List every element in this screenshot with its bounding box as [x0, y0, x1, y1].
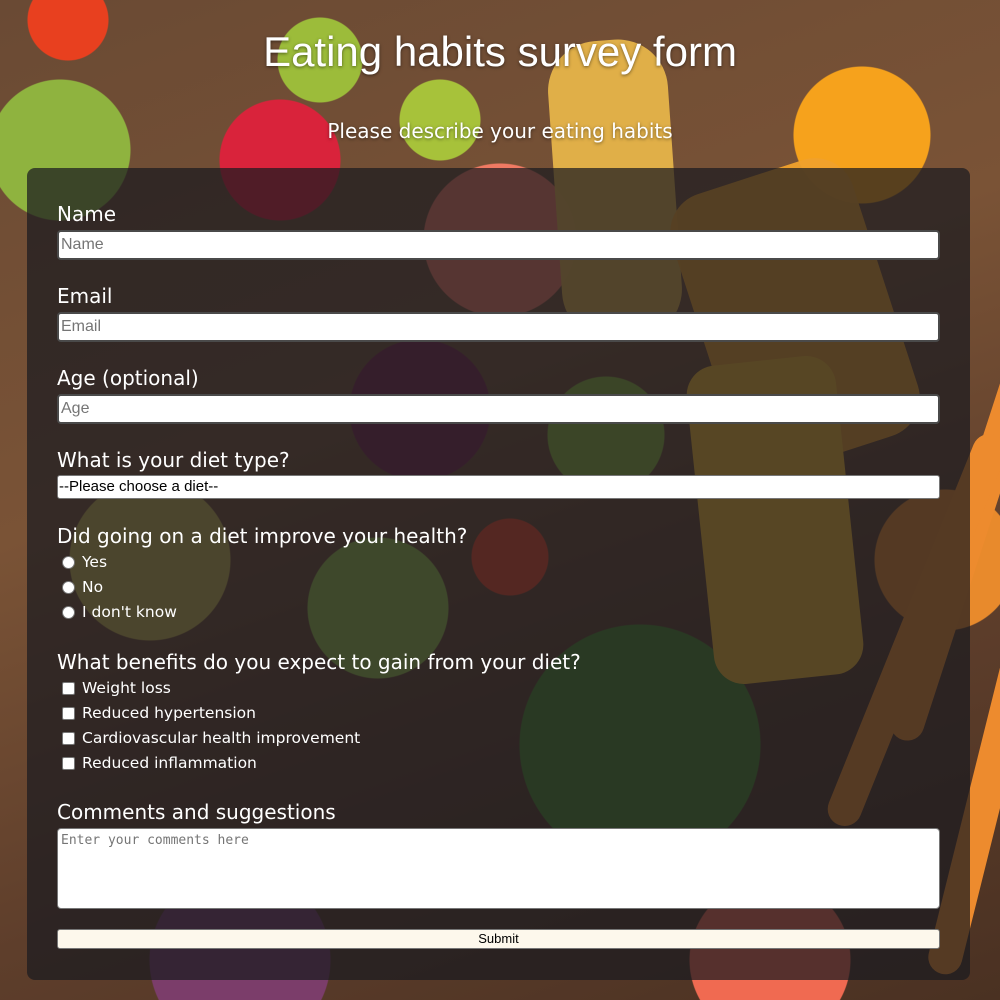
benefit-option-weight-loss[interactable]: Weight loss [62, 678, 171, 698]
option-label: Weight loss [82, 679, 171, 697]
health-option-no[interactable]: No [62, 577, 103, 597]
submit-button[interactable]: Submit [57, 929, 940, 949]
age-input[interactable] [57, 394, 940, 424]
option-label: Reduced hypertension [82, 704, 256, 722]
checkbox[interactable] [62, 731, 75, 745]
option-label: I don't know [82, 603, 177, 621]
checkbox[interactable] [62, 756, 75, 770]
name-input[interactable] [57, 230, 940, 260]
email-input[interactable] [57, 312, 940, 342]
email-label: Email [57, 284, 113, 308]
benefit-option-inflammation[interactable]: Reduced inflammation [62, 753, 257, 773]
benefit-option-cardiovascular[interactable]: Cardiovascular health improvement [62, 728, 360, 748]
option-label: Yes [82, 553, 108, 571]
radio-button[interactable] [62, 605, 75, 619]
benefit-option-hypertension[interactable]: Reduced hypertension [62, 703, 256, 723]
health-option-dont-know[interactable]: I don't know [62, 602, 177, 622]
benefits-question-label: What benefits do you expect to gain from… [57, 650, 581, 674]
checkbox[interactable] [62, 681, 75, 695]
comments-label: Comments and suggestions [57, 800, 336, 824]
age-label: Age (optional) [57, 366, 199, 390]
page-description: Please describe your eating habits [327, 119, 673, 143]
radio-button[interactable] [62, 555, 75, 569]
comments-textarea[interactable] [57, 828, 940, 909]
option-label: No [82, 578, 104, 596]
diet-type-select[interactable]: --Please choose a diet-- [57, 475, 940, 499]
diet-type-label: What is your diet type? [57, 448, 290, 472]
name-label: Name [57, 202, 117, 226]
health-option-yes[interactable]: Yes [62, 552, 107, 572]
health-question-label: Did going on a diet improve your health? [57, 524, 468, 548]
page-title: Eating habits survey form [263, 28, 737, 75]
option-label: Reduced inflammation [82, 754, 257, 772]
checkbox[interactable] [62, 706, 75, 720]
radio-button[interactable] [62, 580, 75, 594]
option-label: Cardiovascular health improvement [82, 729, 361, 747]
